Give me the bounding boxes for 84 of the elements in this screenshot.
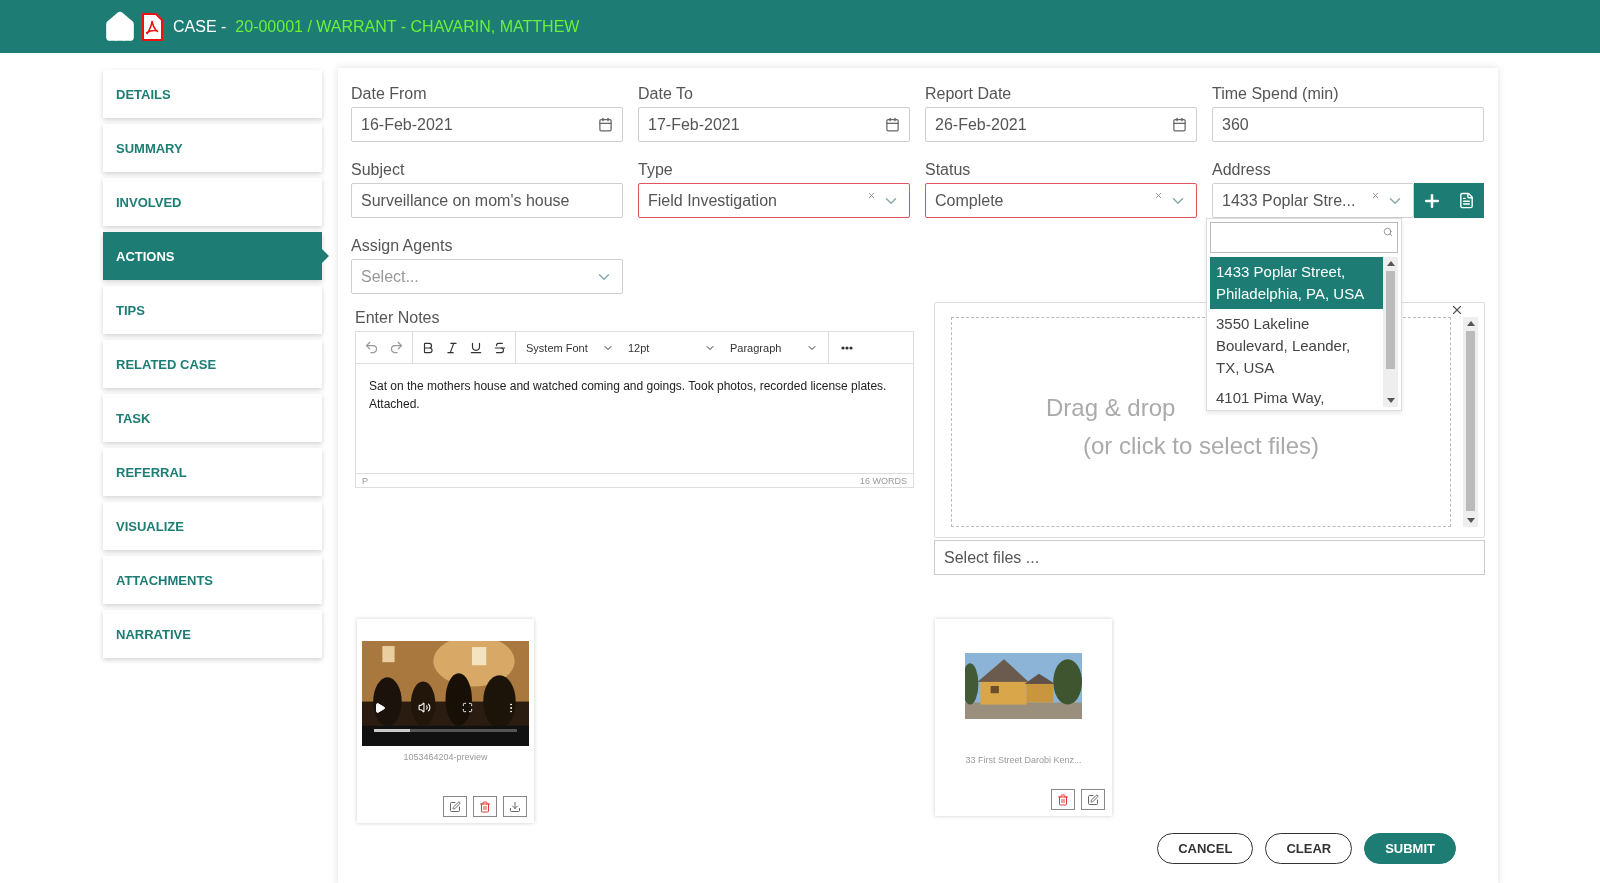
bold-icon <box>421 340 435 355</box>
sidebar-item[interactable]: DETAILS <box>103 70 322 118</box>
outline-button[interactable]: CANCEL <box>1157 833 1254 864</box>
case-title: 20-00001 / WARRANT - CHAVARIN, MATTHEW <box>235 17 580 36</box>
download-button[interactable] <box>503 796 527 817</box>
select-field[interactable]: 1433 Poplar Stre... <box>1212 183 1414 218</box>
word-count: 16 WORDS <box>860 475 907 486</box>
block-select[interactable]: Paragraph <box>726 341 822 354</box>
file-caption: 33 First Street Darobi Kenz... <box>965 755 1082 765</box>
download-icon <box>509 800 521 813</box>
outline-button[interactable]: CLEAR <box>1265 833 1353 864</box>
trash-icon <box>1057 793 1069 806</box>
clear-icon[interactable] <box>1154 191 1163 200</box>
progress-bar[interactable] <box>374 729 517 732</box>
play-icon[interactable] <box>374 701 386 714</box>
calendar-icon[interactable] <box>598 117 613 132</box>
submit-button[interactable]: SUBMIT <box>1364 833 1456 864</box>
field-label: Status <box>925 159 971 180</box>
input-field[interactable]: 360 <box>1212 107 1484 142</box>
calendar-icon[interactable] <box>1172 117 1187 132</box>
field-label: Subject <box>351 159 405 180</box>
search-field[interactable] <box>1210 222 1398 253</box>
trash-icon <box>479 800 491 813</box>
italic-icon <box>445 340 459 355</box>
sidebar-item[interactable]: NARRATIVE <box>103 610 322 658</box>
field-label: Type <box>638 159 673 180</box>
redo-icon <box>389 340 404 355</box>
home-icon[interactable] <box>103 9 137 44</box>
size-select[interactable]: 12pt <box>624 341 720 354</box>
document-icon <box>1458 192 1475 209</box>
document-button[interactable] <box>1449 183 1484 218</box>
scrollbar[interactable] <box>1383 257 1398 407</box>
pdf-icon[interactable] <box>141 12 163 41</box>
input-field[interactable]: Surveillance on mom's house <box>351 183 623 218</box>
field-label: Address <box>1212 159 1271 180</box>
sidebar-item[interactable]: RELATED CASE <box>103 340 322 388</box>
field-label: Enter Notes <box>355 307 441 328</box>
field-label: Date From <box>351 83 427 104</box>
date-field[interactable]: 17-Feb-2021 <box>638 107 910 142</box>
field-label: Assign Agents <box>351 235 453 256</box>
scrollbar[interactable] <box>1463 317 1478 527</box>
select-field[interactable]: Complete <box>925 183 1197 218</box>
sidebar-item[interactable]: SUMMARY <box>103 124 322 172</box>
edit-button[interactable] <box>1081 789 1105 810</box>
strikethrough-icon <box>493 340 507 355</box>
field-label: Date To <box>638 83 693 104</box>
pencil-square-icon <box>449 800 461 813</box>
sidebar-item[interactable]: INVOLVED <box>103 178 322 226</box>
select-field[interactable]: Field Investigation <box>638 183 910 218</box>
date-field[interactable]: 16-Feb-2021 <box>351 107 623 142</box>
search-icon <box>1383 227 1393 237</box>
underline-icon <box>469 340 483 355</box>
sidebar-item[interactable]: TASK <box>103 394 322 442</box>
header-label: CASE - <box>173 17 227 36</box>
more-icon <box>841 345 853 350</box>
file-input[interactable]: Select files ... <box>934 540 1485 575</box>
sidebar-item[interactable]: VISUALIZE <box>103 502 322 550</box>
add-button[interactable] <box>1414 183 1449 218</box>
dropzone-text: (or click to select files) <box>1082 431 1320 461</box>
delete-button[interactable] <box>473 796 497 817</box>
fullscreen-icon[interactable] <box>462 702 474 713</box>
clear-icon[interactable] <box>1371 191 1380 200</box>
calendar-icon[interactable] <box>885 117 900 132</box>
element-path: P <box>362 475 368 486</box>
notes-text: Sat on the mothers house and watched coming and goings. Took photos, recorded license plates. Attached. <box>368 378 888 413</box>
sidebar-item[interactable]: REFERRAL <box>103 448 322 496</box>
sidebar-item[interactable]: ATTACHMENTS <box>103 556 322 604</box>
field-label: Time Spend (min) <box>1212 83 1339 104</box>
dropdown-option[interactable]: 1433 Poplar Street, Philadelphia, PA, USA <box>1210 257 1383 309</box>
font-select[interactable]: System Font <box>522 341 618 354</box>
file-caption: 1053464204-preview <box>403 752 488 762</box>
dropzone-text: Drag & drop <box>1046 393 1176 423</box>
delete-button[interactable] <box>1051 789 1075 810</box>
undo-icon <box>364 340 379 355</box>
pencil-square-icon <box>1087 793 1099 806</box>
field-label: Report Date <box>925 83 1012 104</box>
clear-icon[interactable] <box>867 191 876 200</box>
sidebar-item[interactable]: TIPS <box>103 286 322 334</box>
text-editor[interactable]: System Font 12pt Paragraph Sat on the mothers house and watched coming and goings. Took photos, recorded license plates. Attached. P 16 WORDS <box>355 331 914 488</box>
close-icon[interactable] <box>1450 303 1464 317</box>
volume-icon[interactable] <box>417 701 431 714</box>
date-field[interactable]: 26-Feb-2021 <box>925 107 1197 142</box>
edit-button[interactable] <box>443 796 467 817</box>
active-pointer <box>322 249 329 263</box>
